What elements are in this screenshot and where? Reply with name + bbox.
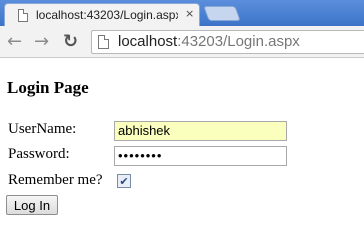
back-arrow-icon[interactable]: ←	[7, 31, 22, 52]
username-label: UserName:	[8, 121, 77, 137]
new-tab-button[interactable]	[203, 6, 241, 21]
page-icon	[98, 35, 109, 49]
browser-titlebar: localhost:43203/Login.aspx ×	[0, 0, 364, 26]
page-icon	[18, 9, 28, 22]
url-text: localhost:43203/Login.aspx	[118, 33, 300, 50]
browser-toolbar: ← → ↻ localhost:43203/Login.aspx	[0, 26, 364, 58]
url-host: localhost	[118, 33, 178, 50]
forward-arrow-icon[interactable]: →	[34, 31, 49, 52]
reload-icon[interactable]: ↻	[63, 31, 78, 52]
remember-me-label: Remember me?	[8, 172, 103, 188]
tab-title: localhost:43203/Login.aspx	[36, 8, 178, 22]
password-label: Password:	[8, 146, 70, 162]
address-bar[interactable]: localhost:43203/Login.aspx	[91, 30, 364, 54]
remember-me-checkbox[interactable]: ✔	[117, 174, 131, 188]
browser-tab[interactable]: localhost:43203/Login.aspx ×	[4, 3, 200, 26]
page-title: Login Page	[7, 78, 89, 97]
login-button[interactable]: Log In	[6, 195, 58, 215]
password-input[interactable]: ••••••••	[114, 146, 287, 166]
close-icon[interactable]: ×	[185, 7, 194, 20]
url-path: :43203/Login.aspx	[177, 33, 300, 50]
username-input[interactable]: abhishek	[114, 121, 287, 141]
checkmark-icon: ✔	[119, 174, 129, 188]
